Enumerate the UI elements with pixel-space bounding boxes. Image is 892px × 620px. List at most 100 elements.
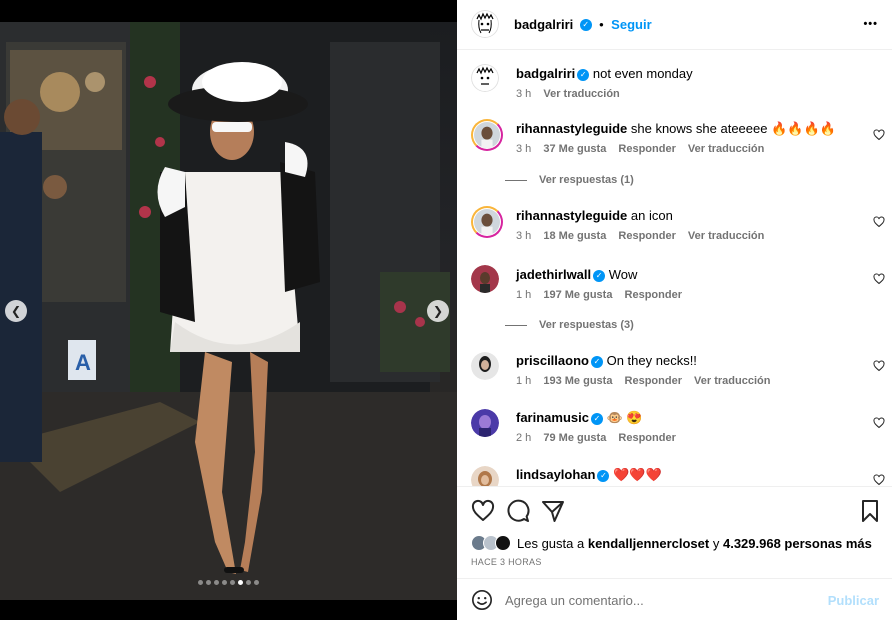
portrait-avatar-icon [474, 209, 500, 235]
comment-text: On they necks!! [606, 353, 697, 368]
comment-author[interactable]: farinamusic [516, 410, 589, 425]
portrait-avatar-icon [474, 122, 500, 148]
author-username[interactable]: badgalriri [514, 17, 573, 32]
view-replies-button[interactable]: Ver respuestas (1) [505, 174, 634, 186]
verified-badge-icon: ✓ [577, 68, 590, 81]
paper-plane-icon[interactable] [541, 499, 565, 523]
comment-text: 🐵 😍 [606, 410, 643, 425]
comment-composer: Publicar [457, 578, 892, 620]
view-replies-label: Ver respuestas (1) [539, 174, 634, 186]
likes-count[interactable]: 4.329.968 personas más [723, 536, 872, 551]
post-media: A ❮ ❯ [0, 0, 457, 620]
comment-author[interactable]: priscillaono [516, 353, 589, 368]
heart-icon[interactable] [471, 499, 495, 523]
bookmark-icon[interactable] [858, 499, 882, 523]
post-photo[interactable]: A [0, 22, 457, 600]
follow-button[interactable]: Seguir [611, 17, 651, 32]
comment-author[interactable]: rihannastyleguide [516, 121, 627, 136]
comment-like-heart-icon[interactable] [873, 129, 885, 141]
comment-avatar[interactable] [471, 352, 499, 380]
carousel-dot [254, 580, 259, 585]
carousel-dot [214, 580, 219, 585]
likes-joiner: y [712, 535, 720, 551]
comment-author[interactable]: rihannastyleguide [516, 208, 627, 223]
comment-text-line: farinamusic ✓ 🐵 😍 [516, 410, 643, 426]
comment-input[interactable] [505, 589, 825, 611]
comment-avatar[interactable] [471, 265, 499, 293]
comment-reply-button[interactable]: Responder [618, 143, 675, 155]
previous-slide-button[interactable]: ❮ [5, 300, 27, 322]
comment-author[interactable]: lindsaylohan [516, 467, 595, 482]
view-replies-button[interactable]: Ver respuestas (3) [505, 319, 634, 331]
caption-text: not even monday [592, 66, 693, 81]
comment-text-line: rihannastyleguide an icon [516, 208, 673, 223]
comment-item: jadethirlwall ✓ Wow 1 h 197 Me gusta Resp… [471, 265, 885, 305]
comment-text: an icon [630, 208, 673, 223]
comment-meta: 3 h 18 Me gusta Responder Ver traducción [516, 230, 773, 242]
comment-meta: 1 h 197 Me gusta Responder [516, 289, 691, 301]
comment-reply-button[interactable]: Responder [618, 432, 675, 444]
author-avatar[interactable] [471, 10, 499, 38]
verified-badge-icon: ✓ [593, 269, 606, 282]
comment-author[interactable]: jadethirlwall [516, 267, 591, 282]
comment-meta: 1 h 193 Me gusta Responder Ver traducció… [516, 375, 779, 387]
portrait-avatar-icon [471, 265, 499, 293]
comment-translate-link[interactable]: Ver traducción [688, 143, 764, 155]
comment-likes-count[interactable]: 37 Me gusta [543, 143, 606, 155]
portrait-avatar-icon [471, 409, 499, 437]
liker-username[interactable]: kendalljennercloset [588, 536, 709, 551]
comment-text-line: lindsaylohan ✓ ❤️❤️❤️ [516, 467, 662, 483]
carousel-indicator [198, 580, 259, 585]
liker-avatar [495, 535, 511, 551]
comment-reply-button[interactable]: Responder [625, 375, 682, 387]
comment-reply-button[interactable]: Responder [625, 289, 682, 301]
comment-like-heart-icon[interactable] [873, 360, 885, 372]
caption-time: 3 h [516, 88, 532, 100]
post-header: badgalriri ✓ • Seguir ••• [457, 0, 892, 50]
comment-text: Wow [608, 267, 638, 282]
chevron-right-icon: ❯ [432, 304, 444, 318]
comment-icon[interactable] [506, 499, 530, 523]
comment-likes-count[interactable]: 18 Me gusta [543, 230, 606, 242]
carousel-dot [246, 580, 251, 585]
likes-summary: Les gusta a kendalljennercloset y 4.329.… [471, 535, 872, 551]
post-time-ago[interactable]: HACE 3 HORAS [471, 557, 542, 567]
comment-time: 1 h [516, 375, 532, 387]
comment-avatar[interactable] [471, 119, 503, 151]
caption-text-line: badgalriri ✓ not even monday [516, 66, 693, 81]
comment-likes-count[interactable]: 197 Me gusta [543, 289, 612, 301]
post-comment-button[interactable]: Publicar [828, 593, 879, 608]
doodle-face-icon [471, 64, 499, 92]
comment-like-heart-icon[interactable] [873, 216, 885, 228]
comment-reply-button[interactable]: Responder [618, 230, 675, 242]
likes-prefix: Les gusta a [517, 535, 585, 551]
comment-translate-link[interactable]: Ver traducción [694, 375, 770, 387]
comment-meta: 3 h 37 Me gusta Responder Ver traducción [516, 143, 773, 155]
comment-avatar[interactable] [471, 409, 499, 437]
comment-item: lindsaylohan ✓ ❤️❤️❤️ [471, 466, 885, 486]
comment-like-heart-icon[interactable] [873, 273, 885, 285]
comment-avatar[interactable] [471, 206, 503, 238]
caption-author[interactable]: badgalriri [516, 66, 575, 81]
comment-avatar[interactable] [471, 466, 499, 486]
chevron-left-icon: ❮ [10, 304, 22, 318]
carousel-dot [238, 580, 243, 585]
separator-dot: • [599, 17, 604, 32]
comment-likes-count[interactable]: 79 Me gusta [543, 432, 606, 444]
comment-time: 3 h [516, 230, 532, 242]
smiley-icon[interactable] [471, 589, 493, 611]
comment-translate-link[interactable]: Ver traducción [688, 230, 764, 242]
comment-like-heart-icon[interactable] [873, 417, 885, 429]
comments-list[interactable]: badgalriri ✓ not even monday 3 h Ver trad… [457, 51, 892, 486]
more-options-icon[interactable]: ••• [863, 18, 878, 30]
next-slide-button[interactable]: ❯ [427, 300, 449, 322]
caption-translate-link[interactable]: Ver traducción [543, 88, 619, 100]
carousel-dot [206, 580, 211, 585]
comment-like-heart-icon[interactable] [873, 474, 885, 486]
comment-time: 1 h [516, 289, 532, 301]
comment-text-line: jadethirlwall ✓ Wow [516, 267, 637, 282]
caption-author-avatar[interactable] [471, 64, 499, 92]
header-title: badgalriri ✓ • Seguir [514, 16, 652, 34]
comment-likes-count[interactable]: 193 Me gusta [543, 375, 612, 387]
replies-line [505, 324, 527, 326]
